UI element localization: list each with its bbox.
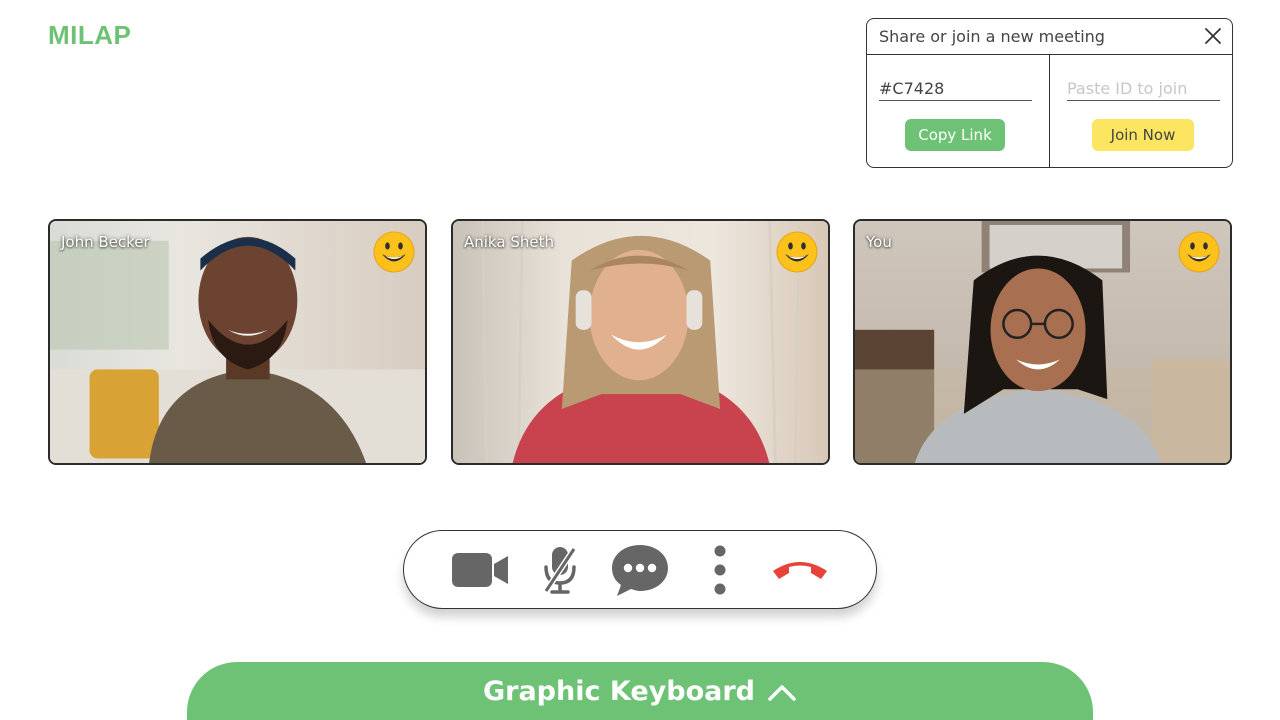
participant-name: You (866, 233, 892, 251)
video-camera-icon[interactable] (450, 540, 510, 600)
share-panel-body: Copy Link Join Now (867, 55, 1232, 167)
close-icon[interactable] (1204, 27, 1222, 45)
chat-icon[interactable] (610, 540, 670, 600)
chevron-up-icon (767, 680, 797, 704)
keyboard-label: Graphic Keyboard (482, 676, 755, 707)
share-panel-header: Share or join a new meeting (867, 19, 1232, 55)
share-join-panel: Share or join a new meeting Copy Link Jo… (866, 18, 1233, 168)
join-section: Join Now (1050, 55, 1232, 167)
participant-name: Anika Sheth (464, 233, 554, 251)
video-feed (453, 221, 828, 463)
participant-tile[interactable]: John Becker (48, 219, 427, 465)
participant-name: John Becker (61, 233, 150, 251)
video-feed (855, 221, 1230, 463)
graphic-keyboard-toggle[interactable]: Graphic Keyboard (187, 662, 1093, 720)
mic-muted-icon[interactable] (530, 540, 590, 600)
share-panel-title: Share or join a new meeting (879, 27, 1105, 46)
join-now-button[interactable]: Join Now (1092, 119, 1194, 151)
video-feed (50, 221, 425, 463)
meeting-id-field[interactable] (879, 77, 1032, 101)
join-id-input[interactable] (1067, 77, 1220, 101)
smiley-emoji-icon (373, 231, 415, 273)
participant-tile[interactable]: You (853, 219, 1232, 465)
smiley-emoji-icon (1178, 231, 1220, 273)
more-vertical-icon[interactable] (690, 540, 750, 600)
participant-tile[interactable]: Anika Sheth (451, 219, 830, 465)
end-call-icon[interactable] (770, 540, 830, 600)
copy-link-button[interactable]: Copy Link (905, 119, 1005, 151)
meeting-screen: MILAP Share or join a new meeting Copy L… (0, 0, 1280, 720)
smiley-emoji-icon (776, 231, 818, 273)
call-controls-bar (403, 530, 877, 609)
app-logo: MILAP (48, 20, 132, 50)
share-section: Copy Link (867, 55, 1050, 167)
